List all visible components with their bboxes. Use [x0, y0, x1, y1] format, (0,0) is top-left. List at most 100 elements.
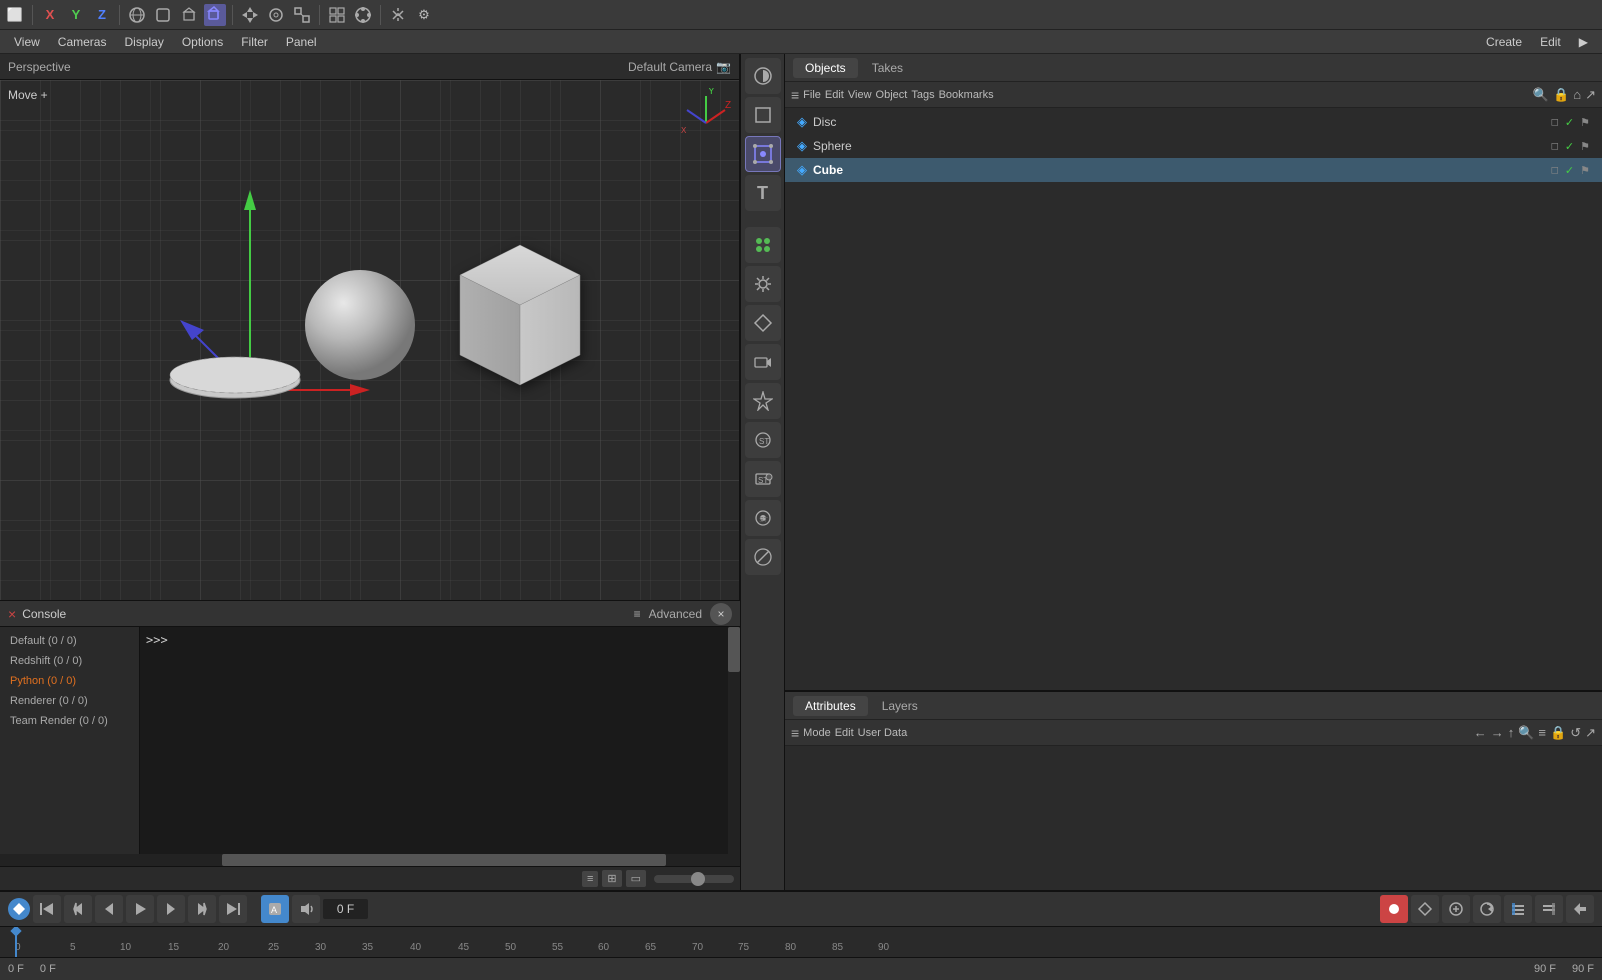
console-list-view-btn[interactable]: ≡ — [582, 871, 598, 887]
objects-menu-icon[interactable]: ≡ — [791, 87, 799, 103]
sphere-visibility-icon[interactable]: ◻ — [1551, 141, 1559, 152]
sphere-flag-icon[interactable]: ⚑ — [1580, 140, 1590, 153]
attr-rotate-icon[interactable]: ↺ — [1570, 725, 1581, 741]
attr-arrow-right[interactable]: → — [1491, 725, 1504, 740]
sphere-object[interactable] — [300, 265, 420, 385]
console-detail-view-btn[interactable]: ▭ — [626, 870, 646, 887]
tool-light[interactable] — [745, 383, 781, 419]
tool-render-region[interactable] — [745, 58, 781, 94]
object-row-cube[interactable]: ◈ Cube ◻ ✓ ⚑ — [785, 158, 1602, 182]
attr-edit-btn[interactable]: Edit — [835, 727, 854, 739]
cube-object[interactable] — [440, 235, 600, 398]
btn-record[interactable]: A — [261, 895, 289, 923]
object-row-sphere[interactable]: ◈ Sphere ◻ ✓ ⚑ — [785, 134, 1602, 158]
console-item-default[interactable]: Default (0 / 0) — [0, 631, 139, 651]
menu-options[interactable]: Options — [174, 33, 231, 51]
attr-arrow-up[interactable]: ↑ — [1508, 725, 1515, 740]
footer-frame-90[interactable]: 90 F — [1534, 963, 1556, 975]
toolbar-icon-cube[interactable] — [178, 4, 200, 26]
tool-group[interactable] — [745, 227, 781, 263]
console-hscrollbar[interactable] — [0, 854, 740, 866]
objects-object-btn[interactable]: Object — [876, 89, 908, 101]
btn-next-frame[interactable] — [157, 895, 185, 923]
btn-timeline-add-key[interactable] — [1442, 895, 1470, 923]
tool-text[interactable]: T — [745, 175, 781, 211]
attr-mode-btn[interactable]: Mode — [803, 727, 831, 739]
btn-layer2[interactable] — [1535, 895, 1563, 923]
objects-file-btn[interactable]: File — [803, 89, 821, 101]
cube-visibility-icon[interactable]: ◻ — [1551, 165, 1559, 176]
disc-flag-icon[interactable]: ⚑ — [1580, 116, 1590, 129]
playhead[interactable] — [15, 927, 17, 956]
disc-visibility-icon[interactable]: ◻ — [1551, 117, 1559, 128]
menu-edit[interactable]: Edit — [1532, 33, 1569, 51]
disc-check-icon[interactable]: ✓ — [1565, 116, 1574, 129]
frame-counter-display[interactable]: 0 F — [323, 899, 368, 919]
btn-layer1[interactable] — [1504, 895, 1532, 923]
cube-check-icon[interactable]: ✓ — [1565, 164, 1574, 177]
menu-create[interactable]: Create — [1478, 33, 1530, 51]
console-grid-view-btn[interactable]: ⊞ — [602, 870, 621, 887]
tool-st1[interactable]: ST — [745, 422, 781, 458]
console-advanced-label[interactable]: Advanced — [649, 607, 702, 621]
attr-tab-layers[interactable]: Layers — [870, 696, 930, 716]
attr-tab-attributes[interactable]: Attributes — [793, 696, 868, 716]
console-item-renderer[interactable]: Renderer (0 / 0) — [0, 691, 139, 711]
toolbar-icon-cube2[interactable] — [204, 4, 226, 26]
objects-lock-icon[interactable]: 🔒 — [1553, 87, 1569, 103]
btn-sound[interactable] — [292, 895, 320, 923]
objects-edit-btn[interactable]: Edit — [825, 89, 844, 101]
btn-timeline-record-dot[interactable] — [1380, 895, 1408, 923]
toolbar-icon-grid[interactable] — [326, 4, 348, 26]
btn-goto[interactable] — [1566, 895, 1594, 923]
console-item-redshift[interactable]: Redshift (0 / 0) — [0, 651, 139, 671]
objects-tab-takes[interactable]: Takes — [860, 58, 915, 78]
console-zoom-slider[interactable] — [654, 875, 734, 883]
console-output[interactable]: >>> — [140, 627, 728, 854]
console-close-btn[interactable]: × — [710, 603, 732, 625]
timeline-key-indicator[interactable] — [8, 898, 30, 920]
btn-play[interactable] — [126, 895, 154, 923]
tool-slash[interactable] — [745, 539, 781, 575]
btn-timeline-key2[interactable] — [1411, 895, 1439, 923]
toolbar-icon-x[interactable]: X — [39, 4, 61, 26]
tool-frame[interactable] — [745, 97, 781, 133]
menu-cameras[interactable]: Cameras — [50, 33, 115, 51]
toolbar-icon-mirror[interactable] — [387, 4, 409, 26]
menu-more[interactable]: ▶ — [1571, 33, 1596, 51]
console-hscrollbar-thumb[interactable] — [222, 854, 666, 866]
footer-frame-end2[interactable]: 90 F — [1572, 963, 1594, 975]
toolbar-icon-world[interactable] — [126, 4, 148, 26]
attr-menu-icon[interactable]: ≡ — [791, 725, 799, 741]
object-row-disc[interactable]: ◈ Disc ◻ ✓ ⚑ — [785, 110, 1602, 134]
console-close-x[interactable]: × — [8, 606, 16, 622]
tool-camera[interactable] — [745, 344, 781, 380]
objects-tags-btn[interactable]: Tags — [911, 89, 934, 101]
attr-search-icon[interactable]: 🔍 — [1518, 725, 1534, 741]
toolbar-icon-z[interactable]: Z — [91, 4, 113, 26]
console-zoom-thumb[interactable] — [691, 872, 705, 886]
console-item-teamrender[interactable]: Team Render (0 / 0) — [0, 711, 139, 731]
objects-view-btn[interactable]: View — [848, 89, 872, 101]
toolbar-icon-scale[interactable] — [291, 4, 313, 26]
toolbar-icon-rotate[interactable] — [265, 4, 287, 26]
timeline-ruler[interactable]: 0 5 10 15 20 25 30 35 40 45 50 55 60 65 … — [0, 927, 1602, 956]
btn-prev-keyframe[interactable] — [64, 895, 92, 923]
tool-diamond[interactable] — [745, 305, 781, 341]
tool-st2[interactable]: ST — [745, 461, 781, 497]
btn-first-frame[interactable] — [33, 895, 61, 923]
disc-object[interactable] — [165, 345, 305, 400]
menu-view[interactable]: View — [6, 33, 48, 51]
console-scrollbar[interactable] — [728, 627, 740, 854]
menu-filter[interactable]: Filter — [233, 33, 276, 51]
btn-next-keyframe[interactable] — [188, 895, 216, 923]
toolbar-icon-move[interactable] — [239, 4, 261, 26]
attr-arrow-left[interactable]: ← — [1474, 725, 1487, 740]
console-scrollbar-thumb[interactable] — [728, 627, 740, 672]
footer-frame-current[interactable]: 0 F — [8, 963, 24, 975]
console-menu-icon[interactable]: ≡ — [634, 607, 641, 621]
attr-filter-icon[interactable]: ≡ — [1538, 725, 1546, 740]
tool-gear2[interactable] — [745, 266, 781, 302]
objects-arrow-icon[interactable]: ↗ — [1585, 87, 1596, 103]
tool-st3[interactable]: ST — [745, 500, 781, 536]
